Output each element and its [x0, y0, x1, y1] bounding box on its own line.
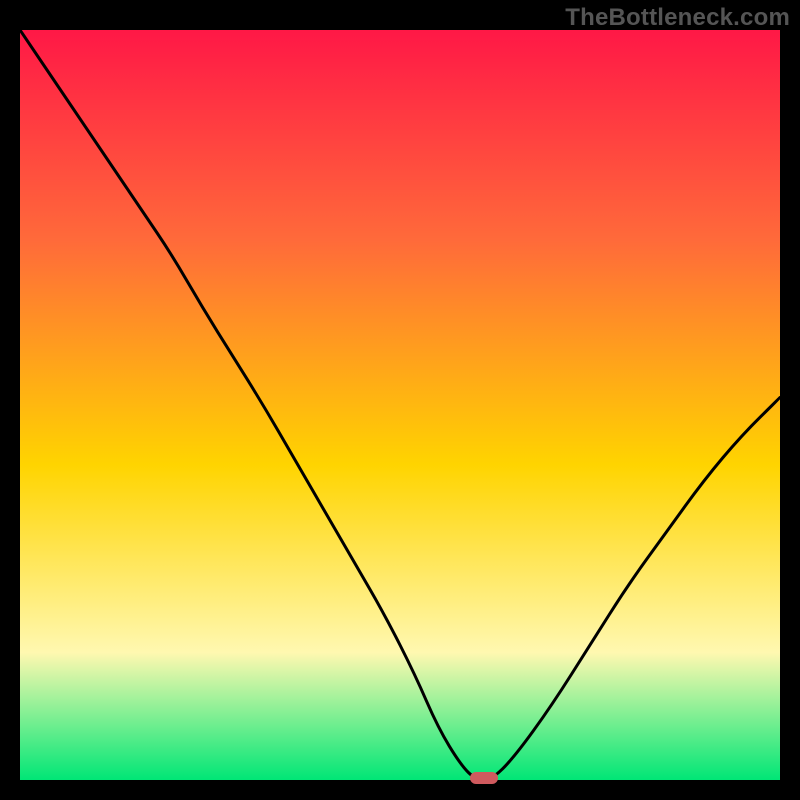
watermark-text: TheBottleneck.com [565, 4, 790, 32]
plot-area [20, 30, 780, 780]
chart-container: TheBottleneck.com [0, 0, 800, 800]
minimum-marker [470, 772, 498, 784]
bottleneck-curve-chart [20, 30, 780, 780]
gradient-background [20, 30, 780, 780]
